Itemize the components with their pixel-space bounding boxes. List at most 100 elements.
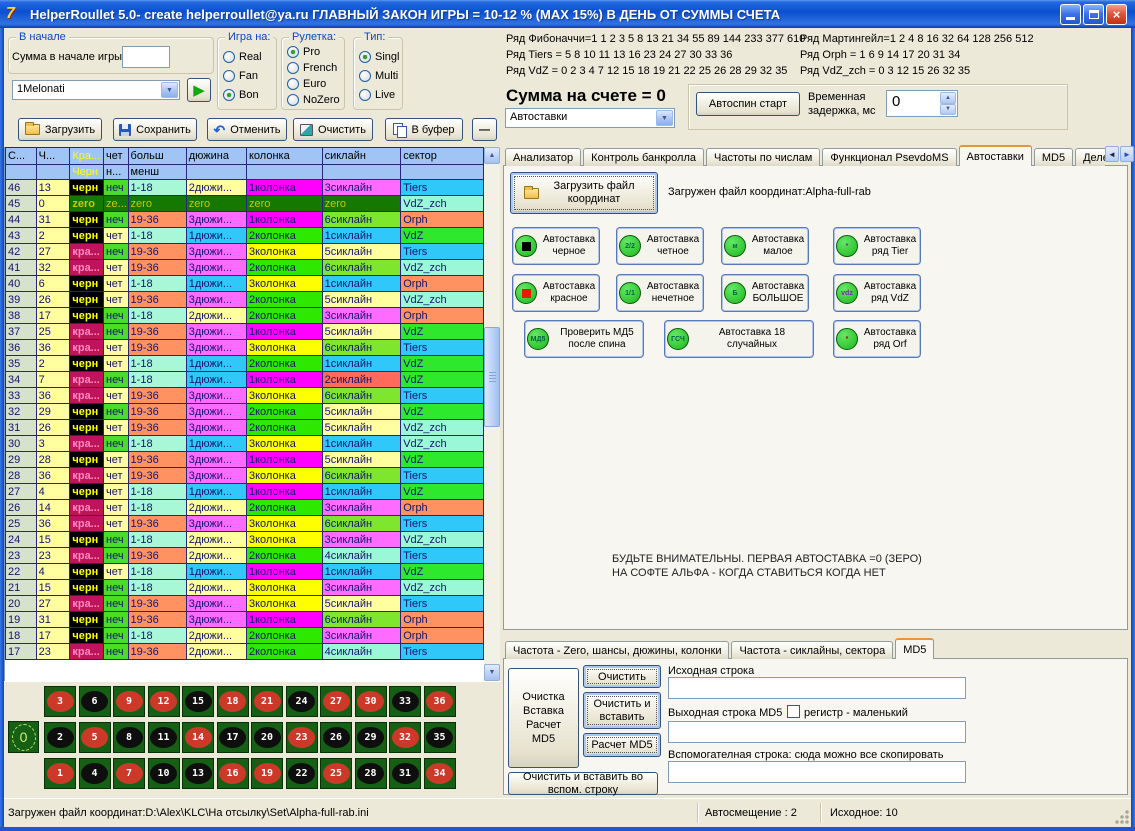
out-string-input[interactable] [668, 721, 966, 743]
table-row[interactable]: 3636кра...чет19-363дюжи...3колонка6сикла… [6, 340, 484, 356]
roulette-number-9[interactable]: 9 [113, 686, 145, 717]
column-header[interactable] [401, 165, 484, 180]
maximize-button[interactable] [1083, 4, 1104, 25]
table-row[interactable]: 406чернчет1-181дюжи...3колонка1сиклайнOr… [6, 276, 484, 292]
roulette-number-31[interactable]: 31 [389, 758, 421, 789]
table-row[interactable]: 1817черннеч1-182дюжи...2колонка3сиклайнO… [6, 628, 484, 644]
column-header[interactable] [36, 165, 70, 180]
md5-clear-paste-button[interactable]: Очистить и вставить [583, 692, 661, 729]
roulette-number-6[interactable]: 6 [79, 686, 111, 717]
radio-French[interactable]: French [287, 60, 340, 76]
table-row[interactable]: 3926чернчет19-363дюжи...2колонка5сиклайн… [6, 292, 484, 308]
roulette-number-8[interactable]: 8 [113, 722, 145, 753]
undo-button[interactable]: ↶Отменить [207, 118, 287, 141]
roulette-number-26[interactable]: 26 [320, 722, 352, 753]
table-row[interactable]: 432чернчет1-181дюжи...2колонка1сиклайнVd… [6, 228, 484, 244]
tab-scroll-right-button[interactable]: ► [1120, 146, 1134, 162]
roulette-number-20[interactable]: 20 [251, 722, 283, 753]
roulette-number-34[interactable]: 34 [424, 758, 456, 789]
roulette-number-30[interactable]: 30 [355, 686, 387, 717]
table-row[interactable]: 4613черннеч1-182дюжи...1колонка3сиклайнT… [6, 180, 484, 196]
chevron-down-icon[interactable]: ▼ [161, 82, 178, 98]
clear-button[interactable]: Очистить [293, 118, 373, 141]
table-row[interactable]: 2115черннеч1-182дюжи...3колонка3сиклайнV… [6, 580, 484, 596]
spin-down-button[interactable]: ▼ [940, 104, 956, 116]
autostake-button-8[interactable]: vdzАвтоставка ряд VdZ [833, 274, 921, 312]
radio-Bon[interactable]: Bon [223, 85, 262, 104]
tab-Анализатор[interactable]: Анализатор [505, 148, 581, 166]
autostake-button-6[interactable]: 1/1Автоставка нечетное [616, 274, 704, 312]
roulette-number-16[interactable]: 16 [217, 758, 249, 789]
radio-Real[interactable]: Real [223, 47, 262, 66]
table-row[interactable]: 2928чернчет19-363дюжи...1колонка5сиклайн… [6, 452, 484, 468]
roulette-number-2[interactable]: 2 [44, 722, 76, 753]
column-header[interactable]: Черн [70, 165, 104, 180]
md5-clear-button[interactable]: Очистить [583, 665, 661, 688]
table-row[interactable]: 1723кра...неч19-362дюжи...2колонка4сикла… [6, 644, 484, 660]
column-header[interactable]: сектор [401, 148, 484, 165]
table-row[interactable]: 2614кра...чет1-182дюжи...2колонка3сиклай… [6, 500, 484, 516]
table-row[interactable]: 347кра...неч1-181дюжи...1колонка2сиклайн… [6, 372, 484, 388]
tab-Частота - Zero, шансы, дюжины, колонки[interactable]: Частота - Zero, шансы, дюжины, колонки [505, 641, 729, 659]
roulette-number-4[interactable]: 4 [79, 758, 111, 789]
roulette-number-5[interactable]: 5 [79, 722, 111, 753]
roulette-number-17[interactable]: 17 [217, 722, 249, 753]
radio-Euro[interactable]: Euro [287, 76, 340, 92]
autostake-button-4[interactable]: *Автоставка ряд Tier [833, 227, 921, 265]
autostake-button-5[interactable]: Автоставка красное [512, 274, 600, 312]
roulette-number-15[interactable]: 15 [182, 686, 214, 717]
column-header[interactable]: н... [104, 165, 129, 180]
tab-scroll-left-button[interactable]: ◄ [1105, 146, 1119, 162]
roulette-number-7[interactable]: 7 [113, 758, 145, 789]
scrollbar-thumb[interactable] [484, 327, 500, 427]
table-row[interactable]: 450zeroze...zerozerozerozeroVdZ_zch [6, 196, 484, 212]
table-row[interactable]: 224чернчет1-181дюжи...1колонка1сиклайнVd… [6, 564, 484, 580]
register-checkbox[interactable] [787, 705, 800, 718]
table-row[interactable]: 352чернчет1-181дюжи...2колонка1сиклайнVd… [6, 356, 484, 372]
autostake-button-7[interactable]: БАвтоставка БОЛЬШОЕ [721, 274, 809, 312]
column-header[interactable]: колонка [247, 148, 323, 165]
aux-string-input[interactable] [668, 761, 966, 783]
close-button[interactable]: × [1106, 4, 1127, 25]
roulette-number-13[interactable]: 13 [182, 758, 214, 789]
radio-NoZero[interactable]: NoZero [287, 92, 340, 108]
autostake-button-1[interactable]: Автоставка черное [512, 227, 600, 265]
tab-Частота - сиклайны, сектора[interactable]: Частота - сиклайны, сектора [731, 641, 893, 659]
column-header[interactable]: С... [6, 148, 37, 165]
column-header[interactable]: сиклайн [322, 148, 401, 165]
column-header[interactable] [322, 165, 401, 180]
radio-Singl[interactable]: Singl [359, 47, 399, 66]
tab-Контроль банкролла[interactable]: Контроль банкролла [583, 148, 704, 166]
radio-Fan[interactable]: Fan [223, 66, 262, 85]
table-row[interactable]: 1931черннеч19-363дюжи...1колонка6сиклайн… [6, 612, 484, 628]
autostakes-combobox[interactable]: Автоставки ▼ [505, 108, 675, 128]
roulette-number-33[interactable]: 33 [389, 686, 421, 717]
table-row[interactable]: 2027кра...неч19-363дюжи...3колонка5сикла… [6, 596, 484, 612]
roulette-number-36[interactable]: 36 [424, 686, 456, 717]
column-header[interactable]: дюжина [186, 148, 246, 165]
roulette-number-18[interactable]: 18 [217, 686, 249, 717]
column-header[interactable]: больш [128, 148, 186, 165]
roulette-number-12[interactable]: 12 [148, 686, 180, 717]
table-scrollbar[interactable]: ▲ ▼ [484, 147, 500, 681]
scroll-down-button[interactable]: ▼ [484, 664, 500, 681]
radio-Multi[interactable]: Multi [359, 66, 399, 85]
table-row[interactable]: 4431черннеч19-363дюжи...1колонка6сиклайн… [6, 212, 484, 228]
roulette-number-29[interactable]: 29 [355, 722, 387, 753]
column-header[interactable]: Ч... [36, 148, 70, 165]
table-row[interactable]: 3336кра...чет19-363дюжи...3колонка6сикла… [6, 388, 484, 404]
column-header[interactable]: менш [128, 165, 186, 180]
table-row[interactable]: 4132кра...чет19-363дюжи...2колонка6сикла… [6, 260, 484, 276]
roulette-number-27[interactable]: 27 [320, 686, 352, 717]
roulette-number-32[interactable]: 32 [389, 722, 421, 753]
autostake-button-3[interactable]: мАвтоставка малое [721, 227, 809, 265]
delay-spinner[interactable]: 0 ▲ ▼ [886, 90, 958, 117]
collapse-button[interactable]: — [472, 118, 497, 141]
table-row[interactable]: 2836кра...чет19-363дюжи...3колонка6сикла… [6, 468, 484, 484]
table-row[interactable]: 3817черннеч1-182дюжи...2колонка3сиклайнO… [6, 308, 484, 324]
table-row[interactable]: 303кра...неч1-181дюжи...3колонка1сиклайн… [6, 436, 484, 452]
roulette-number-25[interactable]: 25 [320, 758, 352, 789]
roulette-number-23[interactable]: 23 [286, 722, 318, 753]
table-row[interactable]: 4227кра...неч19-363дюжи...3колонка5сикла… [6, 244, 484, 260]
table-row[interactable]: 3725кра...неч19-363дюжи...1колонка5сикла… [6, 324, 484, 340]
